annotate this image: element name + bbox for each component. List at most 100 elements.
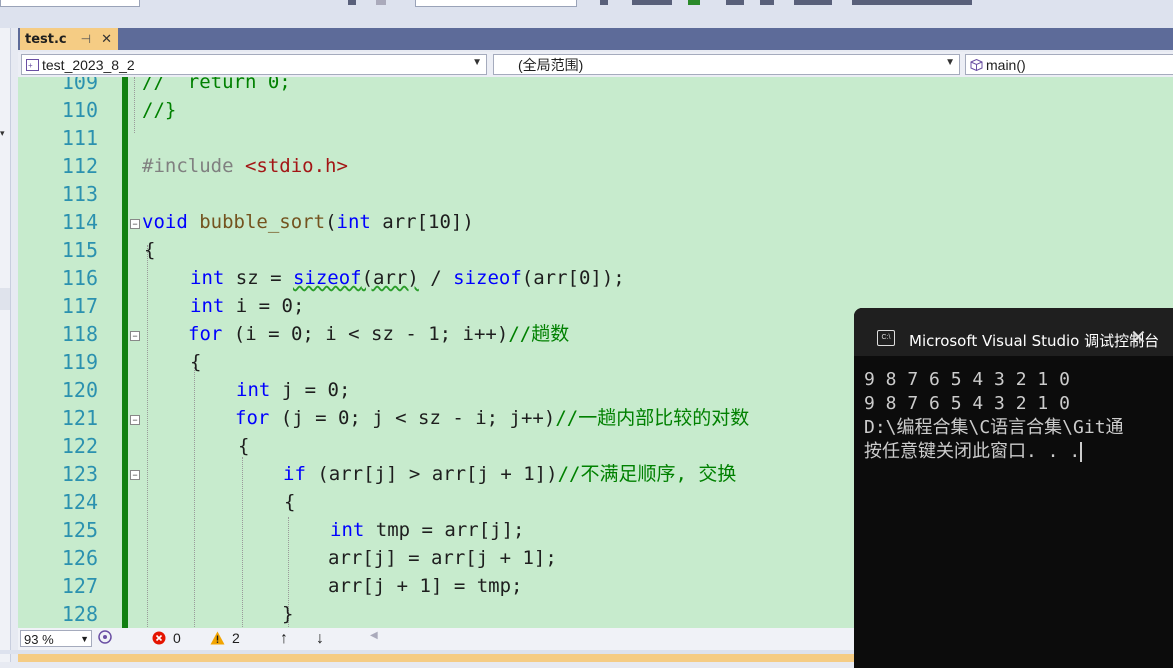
fold-toggle-icon[interactable]: − <box>130 219 140 229</box>
keyword: sizeof <box>453 267 522 289</box>
close-icon[interactable]: ✕ <box>1130 325 1147 350</box>
left-strip-selection <box>0 288 10 310</box>
warnings-indicator[interactable]: 2 <box>210 630 240 646</box>
scope-label: (全局范围) <box>518 56 584 73</box>
code-line-122: { <box>238 432 249 460</box>
console-titlebar[interactable]: C:\ Microsoft Visual Studio 调试控制台 ✕ <box>854 308 1173 356</box>
preprocessor: #include <box>142 155 245 177</box>
line-number: 127 <box>61 574 98 598</box>
line-number: 117 <box>61 294 98 318</box>
code-line-116: int sz = sizeof(arr) / sizeof(arr[0]); <box>190 264 625 292</box>
comment: //不满足顺序, 交换 <box>557 463 737 485</box>
fold-toggle-icon[interactable]: − <box>130 331 140 341</box>
console-title: Microsoft Visual Studio 调试控制台 <box>909 332 1160 350</box>
function-cube-icon <box>970 58 983 71</box>
close-icon[interactable]: ✕ <box>101 31 112 47</box>
arrow-up-icon: ↑ <box>280 630 288 647</box>
keyword: int <box>236 379 271 401</box>
change-tracking-bar <box>122 77 128 628</box>
member-label: main() <box>986 56 1026 73</box>
toolbar-icon[interactable] <box>600 0 608 5</box>
toolbar-icon[interactable] <box>760 0 774 5</box>
console-app-icon: C:\ <box>877 330 895 346</box>
line-number: 119 <box>61 350 98 374</box>
line-number: 112 <box>61 154 98 178</box>
project-icon: + <box>26 58 39 71</box>
comment: //一趟内部比较的对数 <box>555 407 750 429</box>
line-number: 126 <box>61 546 98 570</box>
keyword: int <box>336 211 371 233</box>
tab-label: test.c <box>25 31 67 47</box>
document-tab-bar: test.c ⊣ ✕ <box>18 28 1173 50</box>
punct: ( <box>325 211 337 233</box>
function-name: bubble_sort <box>199 211 326 233</box>
toolbar-icon[interactable] <box>632 0 672 5</box>
indent-guide <box>194 367 195 627</box>
toolbar-combo-mid[interactable] <box>415 0 577 7</box>
toolbar-icon[interactable] <box>688 0 700 5</box>
line-number: 122 <box>61 434 98 458</box>
chevron-down-icon: ▼ <box>472 57 482 68</box>
code-text: j = 0; <box>270 379 351 401</box>
copilot-icon[interactable] <box>98 630 112 644</box>
comment: //趟数 <box>508 323 570 345</box>
next-issue-button[interactable]: ↓ <box>316 630 324 648</box>
editor-status-bar: 93 % ▼ 0 2 ↑ ↓ ◀ <box>18 628 854 650</box>
errors-indicator[interactable]: 0 <box>152 630 181 646</box>
code-text: arr[10]) <box>370 211 474 233</box>
tab-test-c[interactable]: test.c ⊣ ✕ <box>20 28 118 50</box>
code-line-124: { <box>284 488 295 516</box>
project-dropdown[interactable]: + test_2023_8_2 ▼ <box>21 54 487 75</box>
brace: { <box>284 491 296 513</box>
left-tool-strip: ▾ <box>0 28 11 662</box>
line-number: 109 <box>61 77 98 94</box>
keyword: if <box>283 463 306 485</box>
error-icon <box>152 631 166 645</box>
console-output-line: 9 8 7 6 5 4 3 2 1 0 <box>864 369 1070 390</box>
fold-toggle-icon[interactable]: − <box>130 415 140 425</box>
console-output-line: 9 8 7 6 5 4 3 2 1 0 <box>864 393 1070 414</box>
line-number: 113 <box>61 182 98 206</box>
toolbar-icon[interactable] <box>726 0 744 5</box>
debug-console-window[interactable]: C:\ Microsoft Visual Studio 调试控制台 ✕ 9 8 … <box>854 308 1173 668</box>
console-prompt-line: 按任意键关闭此窗口. . . <box>864 440 1083 464</box>
code-line-126: arr[j] = arr[j + 1]; <box>328 544 557 572</box>
keyword: int <box>330 519 365 541</box>
previous-issue-button[interactable]: ↑ <box>280 630 288 648</box>
project-label: test_2023_8_2 <box>42 56 135 73</box>
code-text: (arr[j] > arr[j + 1]) <box>305 463 558 485</box>
code-line-114: void bubble_sort(int arr[10]) <box>142 208 474 236</box>
member-dropdown[interactable]: main() <box>965 54 1173 75</box>
keyword: int <box>190 295 225 317</box>
toolbar-icon[interactable] <box>794 0 832 5</box>
code-text: arr[j] = arr[j + 1]; <box>328 547 557 569</box>
code-text: arr[j + 1] = tmp; <box>328 575 523 597</box>
line-number: 114 <box>61 210 98 234</box>
keyword: sizeof <box>292 267 362 289</box>
keyword: void <box>142 211 188 233</box>
top-toolbar <box>0 0 1173 28</box>
svg-text:+: + <box>28 61 33 70</box>
toolbar-icon[interactable] <box>852 0 972 5</box>
scope-dropdown[interactable]: (全局范围) ▼ <box>493 54 960 75</box>
pin-icon[interactable]: ⊣ <box>81 32 91 46</box>
code-text: (arr) <box>361 267 419 289</box>
code-text: sz = <box>224 267 293 289</box>
line-number: 128 <box>61 602 98 626</box>
brace: { <box>144 239 156 261</box>
line-number: 123 <box>61 462 98 486</box>
toolbar-icon[interactable] <box>348 0 356 5</box>
code-line-110: //} <box>142 96 176 124</box>
error-count: 0 <box>173 630 181 646</box>
chevron-down-icon: ▼ <box>80 634 89 644</box>
toolbar-icon[interactable] <box>376 0 386 5</box>
arrow-down-icon: ↓ <box>316 630 324 647</box>
fold-toggle-icon[interactable]: − <box>130 470 140 480</box>
toolbar-combo-left[interactable] <box>0 0 140 7</box>
code-text: i = 0; <box>224 295 305 317</box>
line-number: 115 <box>61 238 98 262</box>
collapse-arrow-icon[interactable]: ▾ <box>0 128 5 139</box>
zoom-dropdown[interactable]: 93 % ▼ <box>20 630 92 647</box>
brace: } <box>282 603 294 625</box>
scroll-left-icon[interactable]: ◀ <box>370 630 378 641</box>
